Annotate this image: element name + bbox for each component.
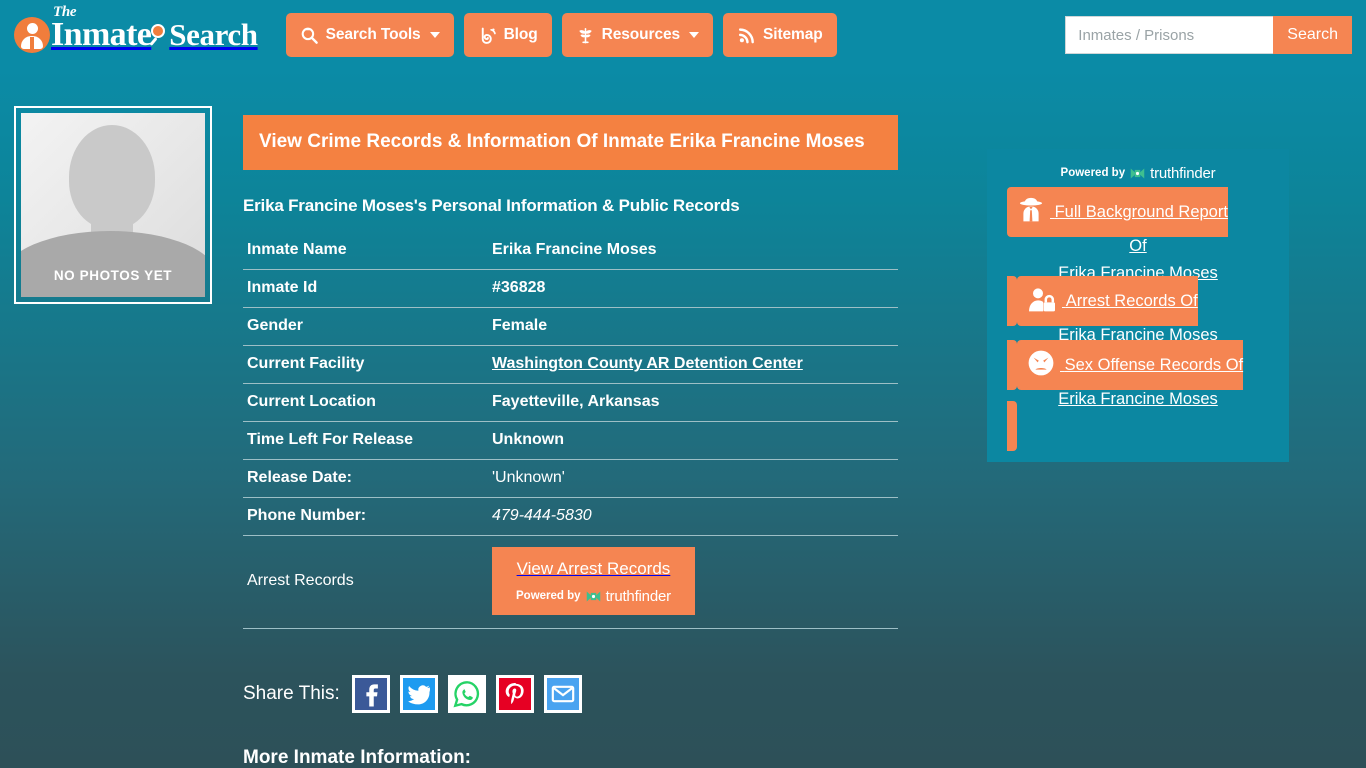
row-label: Arrest Records: [247, 572, 354, 590]
row-value: Erika Francine Moses: [492, 241, 657, 258]
nav-button-label: Sitemap: [763, 26, 823, 43]
row-value: Fayetteville, Arkansas: [492, 393, 660, 410]
rss-feed-icon: [737, 26, 756, 45]
share-twitter-button[interactable]: [399, 674, 438, 713]
cta-label: View Arrest Records: [516, 559, 671, 578]
row-value: 'Unknown': [492, 469, 565, 486]
row-label: Inmate Name: [247, 241, 347, 258]
logo-wordmark: The Inmate: [51, 4, 152, 53]
header-search-form: Search: [1065, 16, 1352, 54]
sidebar-card-sex-offense-records[interactable]: Sex Offense Records Of Erika Francine Mo…: [1007, 339, 1269, 451]
row-value: #36828: [492, 279, 546, 296]
twitter-bird-icon: [402, 677, 435, 710]
share-row: Share This:: [243, 674, 898, 713]
facility-link[interactable]: Washington County AR Detention Center: [492, 355, 803, 372]
facebook-icon: [354, 677, 387, 710]
section-subtitle: Erika Francine Moses's Personal Informat…: [243, 196, 740, 215]
card-line-1: Sex Offense Records Of: [1064, 355, 1244, 374]
nav-button-label: Search Tools: [325, 26, 421, 43]
angry-face-icon: [1027, 349, 1055, 386]
row-value: Washington County AR Detention Center: [488, 346, 898, 384]
pinterest-icon: [498, 677, 531, 710]
nav-button-resources[interactable]: Resources: [561, 13, 714, 57]
truthfinder-brand-text: truthfinder: [605, 587, 672, 605]
row-value: Unknown: [492, 431, 564, 448]
share-email-button[interactable]: [543, 674, 582, 713]
nav-button-label: Blog: [503, 26, 538, 43]
powered-by-label: Powered by: [516, 590, 581, 602]
main-nav: Search Tools Blog Resources Sitemap: [285, 13, 837, 57]
row-label: Current Facility: [247, 355, 365, 372]
site-header: The Inmate Search Search Tools Blog Reso…: [0, 0, 1366, 70]
envelope-icon: [546, 677, 579, 710]
logo-the-text: The: [53, 4, 77, 20]
row-label: Time Left For Release: [247, 431, 413, 448]
magnifier-icon: [149, 22, 169, 48]
mugshot-placeholder-image: NO PHOTOS YET: [21, 113, 205, 297]
table-row: Release Date: 'Unknown': [243, 460, 898, 498]
person-badge-icon: [14, 17, 50, 53]
blogger-b-icon: [478, 26, 497, 45]
truthfinder-brand-text: truthfinder: [1150, 164, 1216, 182]
no-photos-label: NO PHOTOS YET: [53, 268, 173, 283]
share-whatsapp-button[interactable]: [447, 674, 486, 713]
row-label: Inmate Id: [247, 279, 318, 296]
share-pinterest-button[interactable]: [495, 674, 534, 713]
more-info-heading: More Inmate Information:: [243, 746, 472, 768]
whatsapp-icon: [450, 677, 483, 710]
truthfinder-lockup: Powered by truthfinder: [516, 588, 671, 605]
share-label: Share This:: [243, 682, 340, 704]
nav-button-search-tools[interactable]: Search Tools: [285, 13, 454, 57]
chevron-down-icon: [429, 32, 440, 38]
row-label: Gender: [247, 317, 304, 334]
magnifier-icon: [300, 26, 319, 45]
main-content: View Crime Records & Information Of Inma…: [243, 70, 898, 768]
logo-search-text: Search: [169, 17, 258, 52]
table-row: Arrest Records View Arrest Records Power…: [243, 536, 898, 629]
sidebar-powered-by: Powered by truthfinder: [1007, 163, 1269, 182]
person-lock-icon: [1027, 287, 1057, 322]
table-row: Current Facility Washington County AR De…: [243, 346, 898, 384]
table-row: Phone Number: 479-444-5830: [243, 498, 898, 536]
row-label: Phone Number:: [247, 507, 367, 524]
search-input[interactable]: [1065, 16, 1274, 54]
nav-button-sitemap[interactable]: Sitemap: [723, 13, 837, 57]
table-row: Current Location Fayetteville, Arkansas: [243, 384, 898, 422]
table-row: Time Left For Release Unknown: [243, 422, 898, 460]
site-logo[interactable]: The Inmate Search: [14, 4, 258, 53]
chevron-down-icon: [689, 32, 700, 38]
table-row: Inmate Name Erika Francine Moses: [243, 232, 898, 270]
powered-by-label: Powered by: [1060, 167, 1126, 179]
nav-button-blog[interactable]: Blog: [463, 13, 552, 57]
card-line-2: Erika Francine Moses: [1058, 389, 1218, 408]
mugshot-frame: NO PHOTOS YET: [14, 106, 212, 304]
search-submit-button[interactable]: Search: [1273, 16, 1352, 54]
table-row: Gender Female: [243, 308, 898, 346]
inmate-info-table: Inmate Name Erika Francine Moses Inmate …: [243, 232, 898, 629]
truthfinder-logo-icon: [586, 590, 601, 603]
page-body: NO PHOTOS YET View Crime Records & Infor…: [0, 70, 1366, 768]
page-title: View Crime Records & Information Of Inma…: [243, 115, 898, 170]
nav-button-label: Resources: [601, 26, 681, 43]
truthfinder-sidebar: Powered by truthfinder Full Background R…: [987, 149, 1289, 462]
row-value: Female: [492, 317, 548, 334]
truthfinder-logo-icon: [1130, 167, 1145, 180]
row-label: Current Location: [247, 393, 376, 410]
row-value: 479-444-5830: [492, 507, 592, 524]
view-arrest-records-button[interactable]: View Arrest Records Powered by truthfind…: [492, 547, 695, 615]
card-line-2: Of: [1129, 236, 1147, 255]
detective-hat-icon: [1017, 196, 1045, 233]
logo-inmate-text: Inmate: [51, 16, 152, 53]
table-row: Inmate Id #36828: [243, 270, 898, 308]
row-label: Release Date:: [247, 469, 352, 486]
card-line-1: Arrest Records Of: [1065, 291, 1198, 310]
leaf-icon: [576, 26, 595, 45]
row-value: View Arrest Records Powered by truthfind…: [488, 536, 898, 629]
share-facebook-button[interactable]: [351, 674, 390, 713]
card-line-1: Full Background Report: [1054, 202, 1228, 221]
